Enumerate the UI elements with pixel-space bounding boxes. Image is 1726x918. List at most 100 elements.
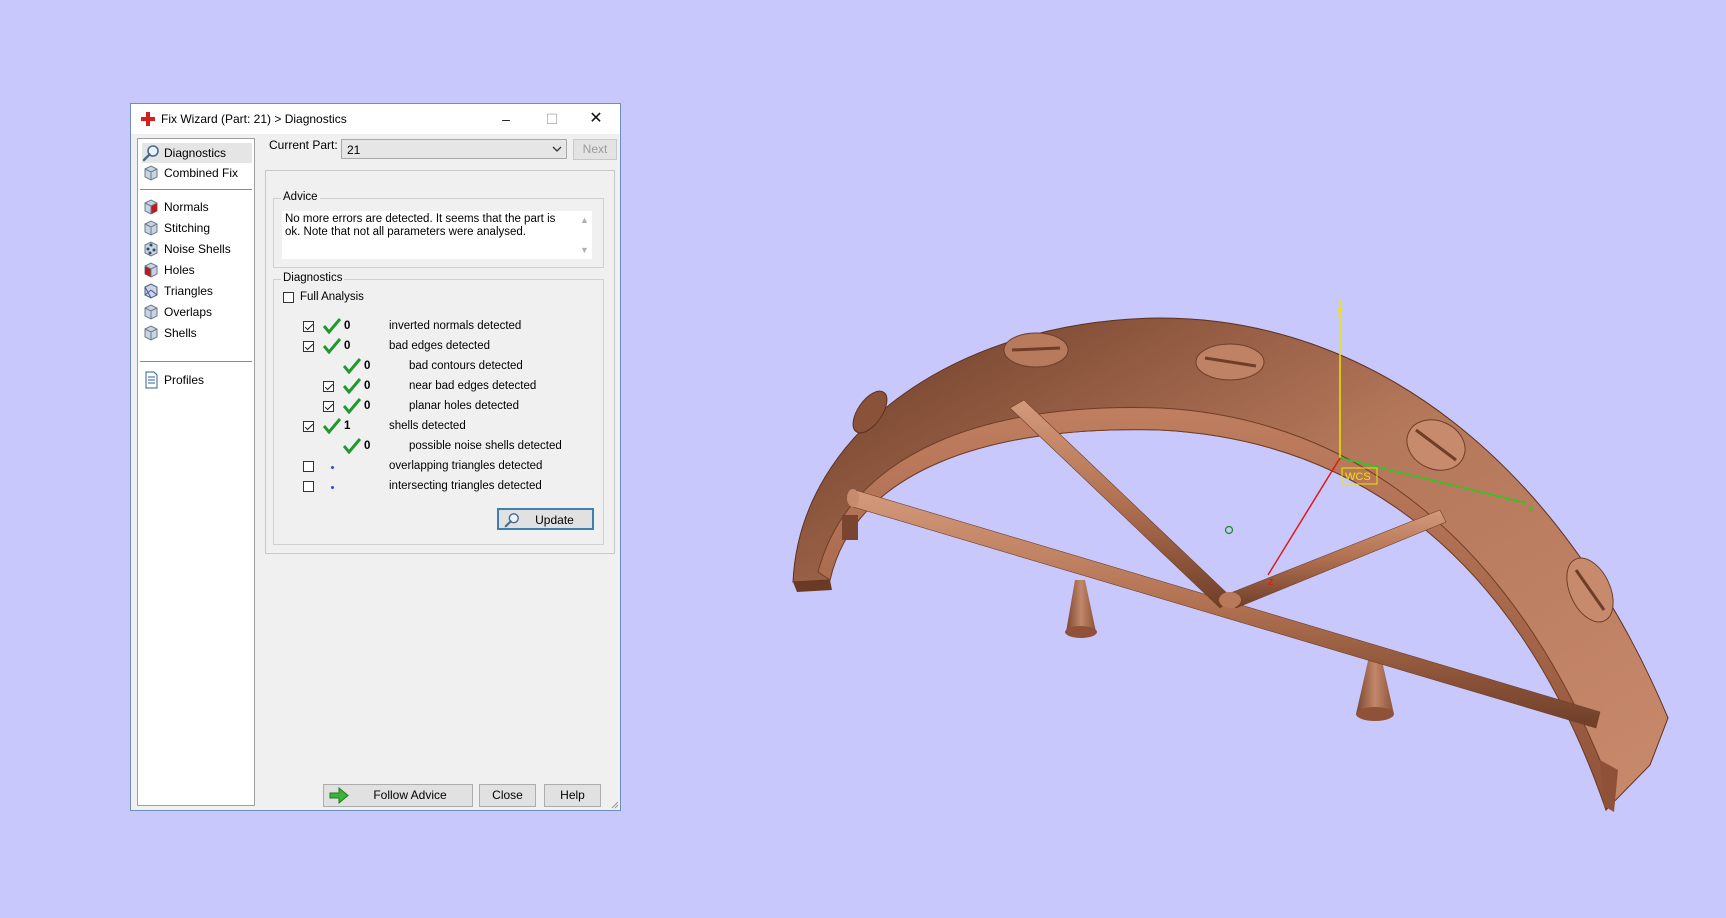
planar-holes-count: 0: [364, 400, 371, 412]
near-bad-edges-count: 0: [364, 380, 371, 392]
document-icon: [145, 371, 158, 389]
near-bad-edges-checkbox[interactable]: [323, 381, 334, 392]
scroll-up-icon: ▲: [580, 215, 589, 225]
sidebar-item-label: Noise Shells: [164, 242, 231, 256]
cube-dots-icon: [144, 241, 158, 257]
current-part-select[interactable]: 21: [341, 139, 567, 159]
overlapping-triangles-checkbox[interactable]: [303, 461, 314, 472]
follow-advice-label: Follow Advice: [373, 788, 447, 802]
rim-inner-edge: [793, 580, 832, 592]
red-cross-icon: [141, 112, 155, 126]
sidebar-item-label: Holes: [164, 263, 195, 277]
sidebar-item-combined-fix[interactable]: Combined Fix: [142, 163, 252, 183]
chevron-down-icon: [552, 146, 562, 152]
noise-shells-label: possible noise shells detected: [409, 440, 562, 452]
sidebar-item-stitching[interactable]: Stitching: [142, 218, 252, 238]
sidebar-item-holes[interactable]: Holes: [142, 260, 252, 280]
update-label: Update: [535, 513, 574, 527]
update-button[interactable]: Update: [497, 508, 594, 530]
intersecting-triangles-checkbox[interactable]: [303, 481, 314, 492]
bad-edges-label: bad edges detected: [389, 340, 491, 352]
current-part-label: Current Part:: [269, 138, 338, 152]
inverted-normals-checkbox[interactable]: [303, 321, 314, 332]
sidebar-nav: Diagnostics Combined Fix Normals Stitchi…: [137, 138, 255, 806]
bad-contours-count: 0: [364, 360, 371, 372]
cube-icon: [144, 165, 158, 181]
z-axis-label: z: [1268, 576, 1274, 588]
inverted-normals-label: inverted normals detected: [389, 320, 522, 332]
window-title: Fix Wizard (Part: 21) > Diagnostics: [161, 112, 347, 126]
minimize-button[interactable]: –: [486, 108, 526, 130]
support-leg-base: [1065, 626, 1097, 638]
title-bar[interactable]: Fix Wizard (Part: 21) > Diagnostics – ☐ …: [131, 104, 620, 134]
next-button[interactable]: Next: [573, 139, 617, 160]
shells-label: shells detected: [389, 420, 466, 432]
check-icon: [323, 338, 341, 354]
close-window-button[interactable]: ✕: [576, 108, 616, 130]
sidebar-item-overlaps[interactable]: Overlaps: [142, 302, 252, 322]
cube-icon: [144, 304, 158, 320]
rod-end: [847, 489, 859, 507]
planar-holes-checkbox[interactable]: [323, 401, 334, 412]
cube-hole-icon: [144, 262, 158, 278]
inverted-normals-count: 0: [344, 320, 351, 332]
nav-divider: [140, 361, 252, 362]
rotation-center-icon: [1224, 525, 1234, 535]
intersecting-triangles-label: intersecting triangles detected: [389, 480, 542, 492]
advice-group: Advice No more errors are detected. It s…: [273, 191, 604, 268]
sidebar-item-profiles[interactable]: Profiles: [142, 370, 252, 390]
rim-slot-line: [1011, 346, 1061, 352]
full-analysis-label: Full Analysis: [300, 291, 364, 303]
advice-textbox[interactable]: No more errors are detected. It seems th…: [282, 211, 592, 259]
pending-dot-icon: [331, 486, 334, 489]
magnifier-icon: [142, 145, 159, 162]
shells-checkbox[interactable]: [303, 421, 314, 432]
wcs-label: WCS: [1345, 471, 1371, 483]
hub: [1219, 592, 1241, 608]
check-icon: [343, 398, 361, 414]
bad-edges-checkbox[interactable]: [303, 341, 314, 352]
sidebar-item-label: Stitching: [164, 221, 211, 235]
check-icon: [323, 418, 341, 434]
sidebar-item-label: Normals: [164, 200, 209, 214]
sidebar-item-label: Shells: [164, 326, 197, 340]
sidebar-item-shells[interactable]: Shells: [142, 323, 252, 343]
follow-advice-button[interactable]: Follow Advice: [323, 784, 473, 807]
sidebar-item-diagnostics[interactable]: Diagnostics: [142, 143, 252, 163]
check-icon: [343, 438, 361, 454]
y-axis-label: y: [1337, 305, 1343, 317]
sidebar-item-label: Overlaps: [164, 305, 213, 319]
sidebar-item-label: Diagnostics: [164, 146, 227, 160]
noise-shells-count: 0: [364, 440, 371, 452]
support-leg: [1066, 580, 1096, 632]
maximize-button[interactable]: ☐: [532, 108, 572, 130]
near-bad-edges-label: near bad edges detected: [409, 380, 537, 392]
check-icon: [343, 378, 361, 394]
spoke-right: [1227, 509, 1447, 609]
cube-icon: [144, 220, 158, 236]
advice-title: Advice: [281, 191, 320, 203]
advice-text: No more errors are detected. It seems th…: [285, 213, 556, 238]
support-leg-base: [1356, 707, 1394, 721]
cube-triangles-icon: [144, 283, 158, 299]
sidebar-item-triangles[interactable]: Triangles: [142, 281, 252, 301]
3d-viewport[interactable]: y x z WCS: [720, 250, 1720, 850]
full-analysis-checkbox[interactable]: [283, 292, 294, 303]
sidebar-item-normals[interactable]: Normals: [142, 197, 252, 217]
advice-scrollbar[interactable]: ▲ ▼: [576, 211, 592, 259]
cube-red-face-icon: [144, 199, 158, 215]
current-part-value: 21: [347, 143, 361, 157]
pending-dot-icon: [331, 466, 334, 469]
shells-count: 1: [344, 420, 351, 432]
sidebar-item-label: Combined Fix: [164, 166, 239, 180]
help-button[interactable]: Help: [544, 784, 601, 807]
planar-holes-label: planar holes detected: [409, 400, 519, 412]
overlapping-triangles-label: overlapping triangles detected: [389, 460, 543, 472]
diagnostics-title: Diagnostics: [281, 272, 345, 284]
cube-icon: [144, 325, 158, 341]
close-button[interactable]: Close: [479, 784, 536, 807]
bad-contours-label: bad contours detected: [409, 360, 523, 372]
sidebar-item-noise-shells[interactable]: Noise Shells: [142, 239, 252, 259]
resize-grip-icon[interactable]: [609, 799, 619, 809]
check-icon: [323, 318, 341, 334]
